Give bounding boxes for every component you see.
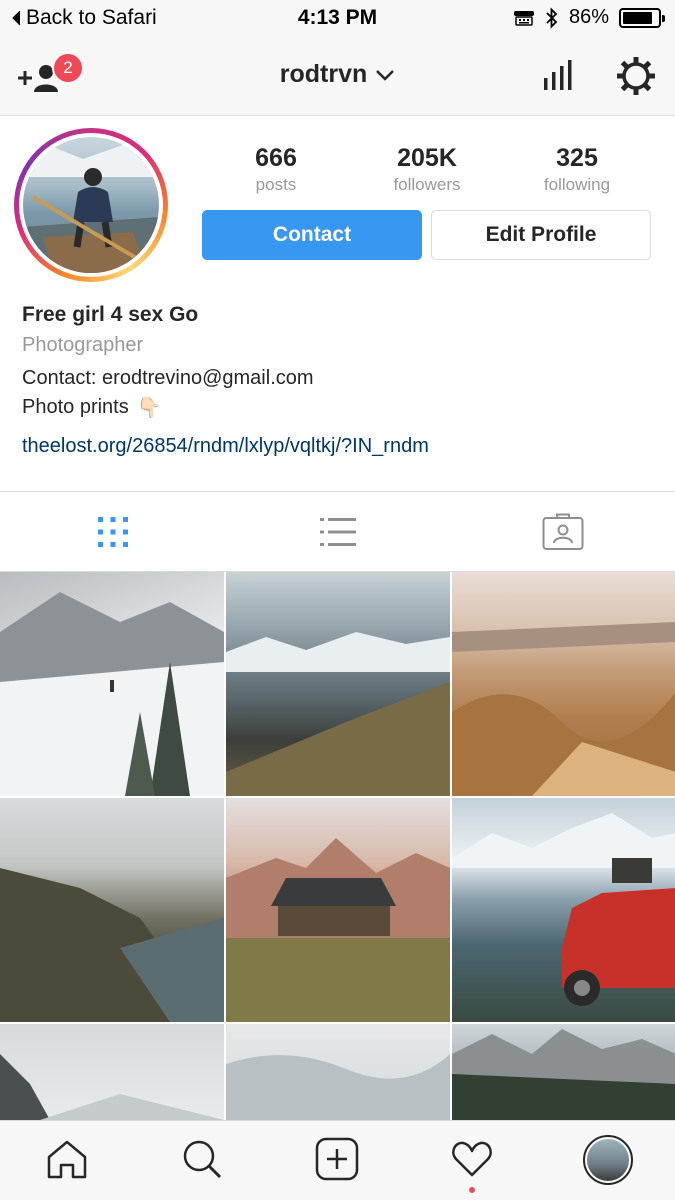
pointing-down-emoji: 👇🏻: [136, 397, 162, 419]
photo-desert-badlands: [452, 622, 675, 796]
nav-new-post[interactable]: [315, 1137, 359, 1181]
contact-button[interactable]: Contact: [202, 210, 422, 260]
bio-contact-line: Contact: erodtrevino@gmail.com: [22, 367, 314, 389]
profile-avatar-ring[interactable]: [14, 128, 168, 282]
profile-avatar-thumbnail: [587, 1139, 629, 1181]
grid-photo[interactable]: [0, 798, 224, 1022]
profile-display-name: Free girl 4 sex Go: [22, 303, 199, 326]
followers-count: 205K: [397, 144, 457, 172]
bottom-tab-bar: [0, 1120, 675, 1200]
photo-log-cabin: [226, 838, 450, 1022]
tab-grid[interactable]: [0, 492, 225, 572]
home-icon: [47, 1140, 87, 1179]
grid-photo[interactable]: [452, 798, 675, 1022]
list-icon: [319, 518, 356, 546]
grid-photo[interactable]: [0, 1024, 224, 1120]
photo-alpine-valley: [452, 1029, 675, 1120]
photo-snowy-trail: [0, 592, 224, 796]
tty-icon: [513, 10, 534, 26]
chevron-down-icon: [376, 69, 395, 81]
battery-percent: 86%: [568, 6, 609, 28]
photo-red-jeep: [452, 813, 675, 1006]
photo-snowy-peak: [0, 1054, 224, 1120]
posts-label: posts: [255, 175, 297, 194]
posts-count: 666: [255, 144, 297, 172]
battery-icon: [619, 7, 665, 28]
tab-list[interactable]: [225, 492, 450, 572]
bio-website-link[interactable]: theelost.org/26854/rndm/lxlyp/vqltkj/?IN…: [22, 435, 662, 458]
tab-tagged[interactable]: [450, 492, 675, 572]
profile-bio: Free girl 4 sex Go Photographer Contact:…: [22, 303, 662, 458]
status-bar: Back to Safari 4:13 PM 86%: [0, 0, 675, 38]
nav-home[interactable]: [45, 1137, 89, 1181]
grid-photo[interactable]: [0, 572, 224, 796]
followers-label: followers: [393, 175, 461, 194]
bio-prints-line: Photo prints 👇🏻: [22, 395, 662, 420]
status-indicators: 86%: [513, 6, 665, 29]
followers-stat[interactable]: 205K followers: [357, 144, 497, 195]
profile-category: Photographer: [22, 334, 144, 356]
following-stat[interactable]: 325 following: [507, 144, 647, 195]
photo-mountain-ridge: [226, 632, 450, 796]
grid-photo[interactable]: [452, 572, 675, 796]
bio-prints-text: Photo prints: [22, 396, 129, 418]
nav-search[interactable]: [180, 1137, 224, 1181]
grid-photo[interactable]: [226, 798, 450, 1022]
grid-photo[interactable]: [226, 572, 450, 796]
posts-stat[interactable]: 666 posts: [206, 144, 346, 195]
settings-gear-icon[interactable]: [614, 54, 658, 98]
bluetooth-icon: [546, 6, 558, 29]
username-title: rodtrvn: [279, 60, 368, 88]
insights-icon[interactable]: [540, 58, 576, 94]
grid-photo[interactable]: [226, 1024, 450, 1120]
profile-avatar: [23, 137, 159, 273]
heart-icon: [452, 1141, 492, 1177]
tagged-icon: [542, 513, 583, 550]
photo-foggy-coast: [0, 868, 224, 1022]
profile-view-tabs: [0, 491, 675, 572]
grid-photo[interactable]: [452, 1024, 675, 1120]
photo-frosted-hills: [226, 1054, 450, 1120]
avatar-photo-art: [23, 145, 159, 273]
following-count: 325: [556, 144, 598, 172]
following-label: following: [543, 175, 611, 194]
edit-profile-button[interactable]: Edit Profile: [431, 210, 651, 260]
photo-grid: [0, 572, 675, 1120]
search-icon: [183, 1140, 222, 1179]
profile-nav-bar: 2 rodtrvn: [0, 38, 675, 116]
nav-profile-avatar[interactable]: [583, 1135, 633, 1185]
new-post-icon: [315, 1137, 359, 1181]
grid-icon: [97, 517, 128, 547]
activity-dot-indicator: [469, 1187, 475, 1193]
nav-activity[interactable]: [450, 1137, 494, 1181]
